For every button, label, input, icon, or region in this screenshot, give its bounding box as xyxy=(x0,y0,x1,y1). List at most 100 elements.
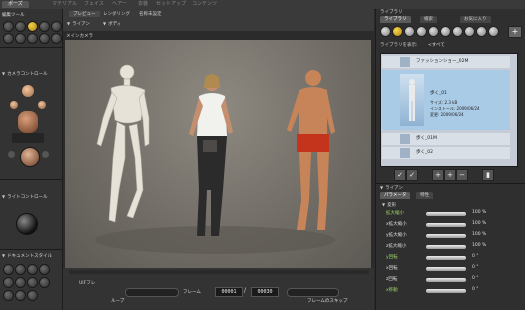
scenes-category-icon[interactable] xyxy=(488,26,499,37)
playback-controls[interactable] xyxy=(125,288,179,297)
loop-toggle[interactable]: ループ xyxy=(111,298,124,304)
expressions-category-icon[interactable] xyxy=(404,26,415,37)
param-dial[interactable] xyxy=(426,256,466,260)
library-title: ライブラリ xyxy=(380,10,403,15)
props-category-icon[interactable] xyxy=(440,26,451,37)
display-style-sketch-icon[interactable] xyxy=(15,290,26,301)
tab-untitled[interactable]: 名称未設定 xyxy=(139,11,162,17)
tab-search[interactable]: 検索 xyxy=(420,16,437,23)
param-dial[interactable] xyxy=(426,278,466,282)
tab-parameters[interactable]: パラメータ xyxy=(380,192,411,199)
remove-item-button[interactable]: − xyxy=(456,169,468,181)
tab-hair[interactable]: ヘアー xyxy=(112,1,127,8)
apply-double-check-icon[interactable]: ✓ xyxy=(406,169,418,181)
tab-setup[interactable]: セットアップ xyxy=(156,1,186,8)
figures-category-icon[interactable] xyxy=(380,26,391,37)
scale-tool-icon[interactable] xyxy=(51,21,62,32)
tab-render[interactable]: レンダリング xyxy=(103,11,130,17)
display-style-cartoon-icon[interactable] xyxy=(27,277,38,288)
tab-face[interactable]: フェイス xyxy=(84,1,104,8)
tab-costume[interactable]: 衣装 xyxy=(138,1,148,8)
lights-category-icon[interactable] xyxy=(452,26,463,37)
move-xy-icon[interactable] xyxy=(42,151,49,158)
right-hand-camera-icon[interactable] xyxy=(38,101,46,109)
tab-library[interactable]: ライブラリ xyxy=(380,16,411,23)
grouping-tool-icon[interactable] xyxy=(39,33,50,44)
hands-category-icon[interactable] xyxy=(428,26,439,37)
param-row[interactable]: x拡大縮小 100 % xyxy=(382,221,522,230)
twist-tool-icon[interactable] xyxy=(15,21,26,32)
editing-tools-title: 編集ツール xyxy=(2,13,25,18)
library-item-selected[interactable]: 歩く_01 サイズ: 2.3 kB インストール: 2009/06/24 変更:… xyxy=(382,70,510,130)
tab-properties[interactable]: 特性 xyxy=(416,192,433,199)
param-row[interactable]: z拡大縮小 100 % xyxy=(382,243,522,252)
tab-material[interactable]: マテリアル xyxy=(52,1,77,8)
3d-viewport[interactable] xyxy=(65,40,371,272)
left-hand-camera-icon[interactable] xyxy=(10,101,18,109)
library-item[interactable]: ファッションショー_02M xyxy=(382,56,510,68)
display-style-silhouette-icon[interactable] xyxy=(3,264,14,275)
display-style-hidden-line-icon[interactable] xyxy=(39,264,50,275)
light-sphere-icon[interactable] xyxy=(16,213,38,235)
display-style-smooth-shaded-icon[interactable] xyxy=(39,277,50,288)
skip-frames-toggle[interactable]: フレームのスキップ xyxy=(307,298,347,304)
keyframes-label: UIFフレ xyxy=(79,281,96,286)
main-camera-figure-icon[interactable] xyxy=(18,111,38,133)
add-library-button[interactable]: + xyxy=(508,26,522,38)
param-dial[interactable] xyxy=(426,223,466,227)
library-item[interactable]: 歩く_01M xyxy=(382,133,510,145)
mannequin-figure xyxy=(96,64,150,223)
add-item-button[interactable]: + xyxy=(444,169,456,181)
display-style-texture-icon[interactable] xyxy=(3,290,14,301)
param-row[interactable]: x移動 0 ° xyxy=(382,287,522,296)
cameras-category-icon[interactable] xyxy=(464,26,475,37)
tab-preview[interactable]: プレビュー xyxy=(69,11,100,17)
item-modified-date: 変更: 2009/06/24 xyxy=(430,112,464,117)
display-style-outline-icon[interactable] xyxy=(15,264,26,275)
color-tool-icon[interactable] xyxy=(27,33,38,44)
transport-controls[interactable] xyxy=(287,288,339,297)
materials-category-icon[interactable] xyxy=(476,26,487,37)
param-dial[interactable] xyxy=(426,289,466,293)
body-part-select-menu[interactable]: ▼ ボディ xyxy=(103,21,121,27)
display-style-wireframe-icon[interactable] xyxy=(27,264,38,275)
figure-select-menu[interactable]: ▼ ライアン xyxy=(67,21,90,27)
total-frames-field[interactable]: 00030 xyxy=(251,287,279,297)
chain-break-tool-icon[interactable] xyxy=(15,33,26,44)
param-row[interactable]: z回転 0 ° xyxy=(382,276,522,285)
apply-check-icon[interactable]: ✓ xyxy=(394,169,406,181)
direct-manipulation-tool-icon[interactable] xyxy=(51,33,62,44)
hair-category-icon[interactable] xyxy=(416,26,427,37)
trackball-icon[interactable] xyxy=(20,147,40,167)
camera-name-label[interactable]: メインカメラ xyxy=(66,33,93,39)
tab-pose[interactable]: ポーズ xyxy=(2,1,29,8)
translate-in-out-tool-icon[interactable] xyxy=(39,21,50,32)
param-row[interactable]: x回転 0 ° xyxy=(382,265,522,274)
param-dial[interactable] xyxy=(426,267,466,271)
display-style-shaded-icon[interactable] xyxy=(27,290,38,301)
rotate-tool-icon[interactable] xyxy=(3,21,14,32)
taper-tool-icon[interactable] xyxy=(3,33,14,44)
param-dial[interactable] xyxy=(426,245,466,249)
current-frame-field[interactable]: 00001 xyxy=(215,287,243,297)
tab-favorites[interactable]: お気に入り xyxy=(460,16,491,23)
add-to-library-icon[interactable]: + xyxy=(432,169,444,181)
move-xz-icon[interactable] xyxy=(8,151,15,158)
face-camera-icon[interactable] xyxy=(22,85,34,97)
tab-content[interactable]: コンテンツ xyxy=(192,1,217,8)
param-row[interactable]: 拡大縮小 100 % xyxy=(382,210,522,219)
camera-mode-bar[interactable] xyxy=(12,133,44,143)
param-dial[interactable] xyxy=(426,234,466,238)
param-row[interactable]: y回転 0 ° xyxy=(382,254,522,263)
camera-control-widget[interactable] xyxy=(6,79,50,174)
display-style-lit-wireframe-icon[interactable] xyxy=(3,277,14,288)
poses-category-icon[interactable] xyxy=(392,26,403,37)
trash-icon[interactable]: ▮ xyxy=(482,169,494,181)
param-dial[interactable] xyxy=(426,212,466,216)
param-row[interactable]: y拡大縮小 100 % xyxy=(382,232,522,241)
library-show-select[interactable]: <すべて xyxy=(428,42,445,48)
library-item[interactable]: 歩く_02 xyxy=(382,147,510,159)
pose-thumbnail xyxy=(400,57,410,67)
display-style-flat-shaded-icon[interactable] xyxy=(15,277,26,288)
translate-tool-icon[interactable] xyxy=(27,21,38,32)
